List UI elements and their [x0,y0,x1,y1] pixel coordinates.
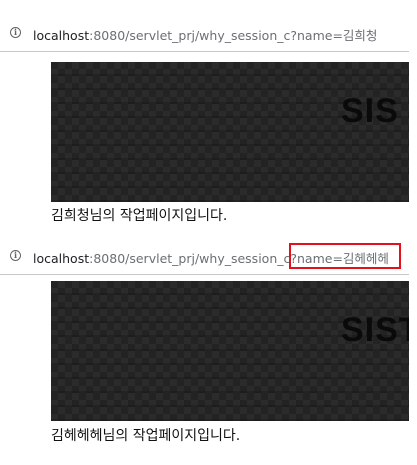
url-text[interactable]: localhost:8080/servlet_prj/why_session_c… [33,25,377,44]
url-host: localhost [33,28,90,43]
info-icon[interactable]: i [10,250,21,261]
welcome-message: 김희청님의 작업페이지입니다. [51,208,228,224]
welcome-message: 김헤헤헤님의 작업페이지입니다. [51,428,241,444]
screenshot-panel-bottom: i localhost:8080/servlet_prj/why_session… [0,233,417,465]
url-path-query: :8080/servlet_prj/why_session_c?name=김희청 [89,28,378,43]
banner-logo-text: SIS [341,92,399,130]
page-banner-image: SIS [51,62,409,202]
info-icon[interactable]: i [10,27,21,38]
address-bar[interactable]: i localhost:8080/servlet_prj/why_session… [0,15,409,52]
banner-logo-text: SIST [341,311,409,349]
page-banner-image: SIST [51,281,409,421]
query-highlight-box [289,243,401,269]
url-host: localhost [33,251,90,266]
address-bar[interactable]: i localhost:8080/servlet_prj/why_session… [0,238,409,275]
screenshot-panel-top: i localhost:8080/servlet_prj/why_session… [0,0,417,228]
